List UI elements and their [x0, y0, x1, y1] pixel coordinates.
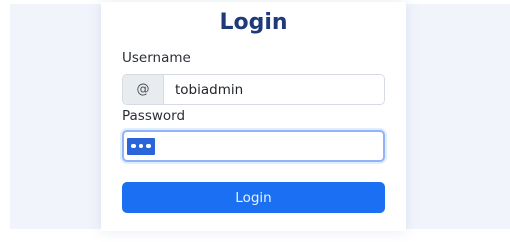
- login-title: Login: [219, 10, 288, 35]
- password-dot: [138, 143, 143, 149]
- password-dot: [131, 143, 136, 149]
- login-button[interactable]: Login: [122, 182, 385, 213]
- password-dot: [146, 143, 151, 149]
- at-sign-prefix: @: [123, 75, 164, 104]
- password-input[interactable]: [122, 130, 385, 162]
- username-input-group: @: [122, 74, 385, 105]
- login-card: Login Username @ Password Login: [101, 2, 406, 231]
- username-label: Username: [122, 50, 191, 66]
- password-label: Password: [122, 108, 186, 124]
- password-masked-text: [127, 137, 155, 155]
- username-input[interactable]: [164, 75, 384, 104]
